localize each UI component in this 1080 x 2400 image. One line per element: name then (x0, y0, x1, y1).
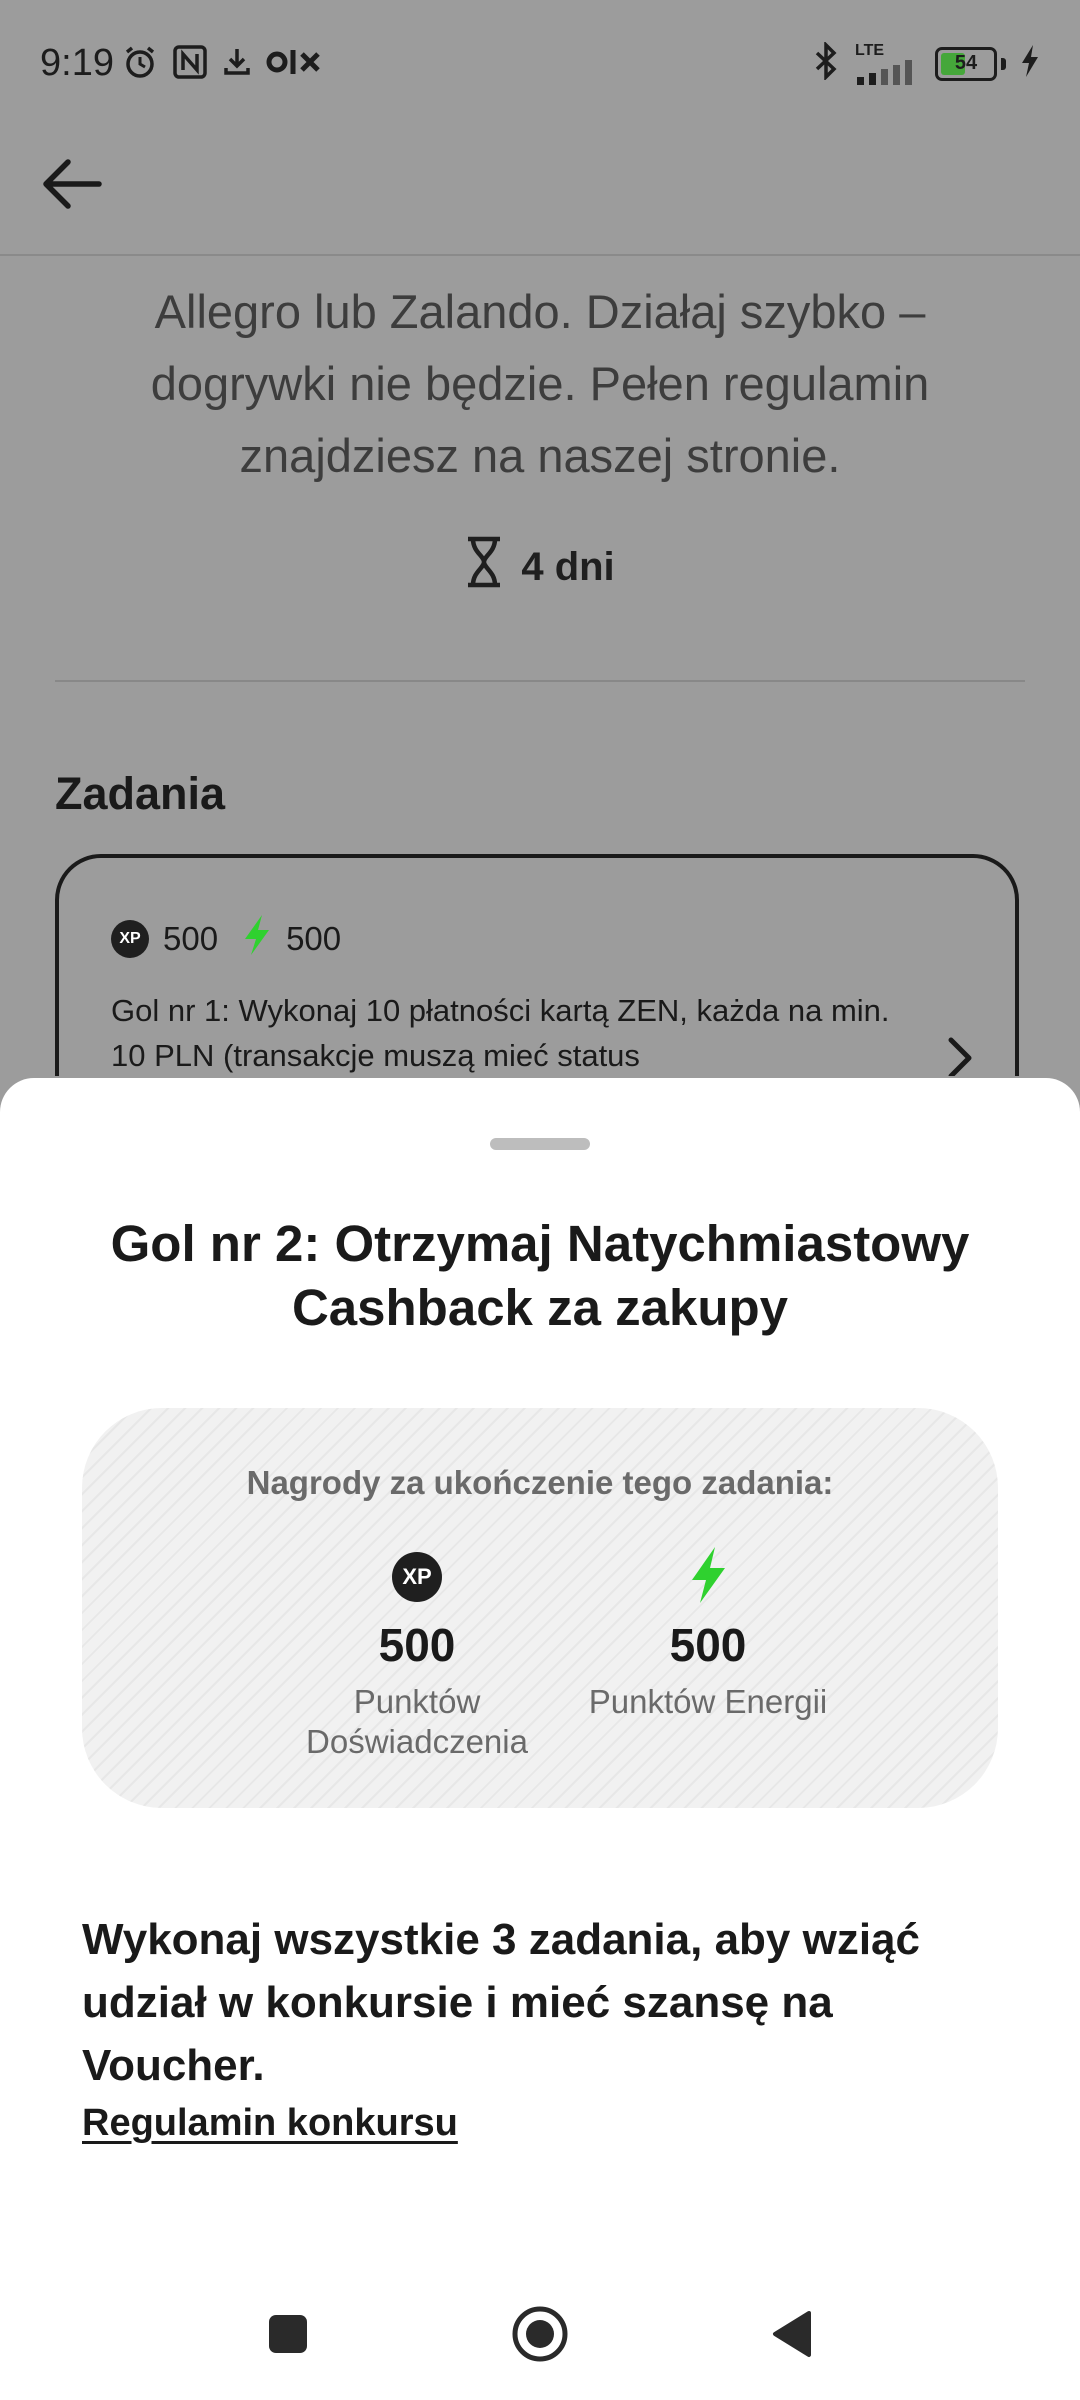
battery-level: 54 (954, 52, 978, 74)
rewards-caption: Nagrody za ukończenie tego zadania: (246, 1464, 834, 1501)
square-icon (266, 2312, 310, 2361)
alarm-icon (122, 44, 158, 85)
sheet-title: Gol nr 2: Otrzymaj Natychmiastowy Cashba… (110, 1215, 970, 1336)
hourglass-icon (465, 536, 503, 598)
notification-icons (122, 44, 322, 85)
status-time: 9:19 (40, 42, 114, 84)
system-navigation-bar (0, 2276, 1080, 2396)
signal-icon: LTE (855, 41, 921, 85)
download-icon (222, 46, 252, 83)
task-title: Gol nr 1: Wykonaj 10 płatności kartą ZEN… (111, 993, 890, 1073)
status-bar: 9:19 LTE 54 (0, 0, 1080, 130)
bluetooth-icon (811, 40, 841, 85)
network-type: LTE (855, 41, 885, 59)
reward-energy-label: Punktów Energii (588, 1683, 828, 1720)
system-icons: LTE 54 (811, 40, 1040, 85)
olx-icon (266, 47, 322, 82)
time-left: 4 dni (0, 536, 1080, 598)
challenge-description: Allegro lub Zalando. Działaj szybko – do… (150, 285, 930, 482)
nav-back-button[interactable] (760, 2304, 824, 2368)
circle-icon (510, 2304, 570, 2369)
section-title-tasks: Zadania (55, 768, 226, 819)
task-xp-value: 500 (163, 920, 219, 957)
reward-energy: 500 Punktów Energii (578, 1546, 838, 1722)
divider (55, 680, 1025, 682)
lightning-icon (688, 1546, 728, 1609)
task-energy-value: 500 (286, 920, 342, 957)
time-left-label: 4 dni (521, 544, 615, 589)
challenge-details: Allegro lub Zalando. Działaj szybko – do… (0, 256, 1080, 1076)
contest-info: Wykonaj wszystkie 3 zadania, aby wziąć u… (82, 1915, 920, 2090)
rewards-box: Nagrody za ukończenie tego zadania: XP 5… (82, 1408, 998, 1808)
reward-xp-label: Punktów Doświadczenia (306, 1683, 528, 1760)
task-card[interactable]: XP 500 500 Gol nr 1: Wykonaj 10 płatnośc… (55, 854, 1019, 1076)
xp-icon: XP (111, 920, 149, 958)
top-app-bar (0, 130, 1080, 256)
reward-energy-value: 500 (669, 1619, 747, 1671)
reward-xp: XP 500 Punktów Doświadczenia (287, 1548, 547, 1762)
task-rewards: XP 500 500 (111, 914, 341, 964)
chevron-right-icon (939, 1028, 979, 1076)
battery-icon: 54 (935, 46, 997, 81)
triangle-back-icon (769, 2309, 815, 2364)
home-button[interactable] (508, 2304, 572, 2368)
battery-cap (1001, 57, 1006, 70)
back-button[interactable] (36, 150, 108, 222)
recent-apps-button[interactable] (256, 2304, 320, 2368)
task-bottom-sheet: Gol nr 2: Otrzymaj Natychmiastowy Cashba… (0, 1078, 1080, 2400)
arrow-left-icon (41, 157, 103, 216)
reward-xp-value: 500 (378, 1619, 456, 1671)
nfc-icon (172, 44, 208, 85)
drag-handle[interactable] (490, 1138, 590, 1150)
lightning-icon (242, 914, 272, 964)
contest-rules-link[interactable]: Regulamin konkursu (82, 2102, 458, 2145)
charging-icon (1020, 44, 1040, 83)
xp-icon: XP (392, 1552, 442, 1602)
